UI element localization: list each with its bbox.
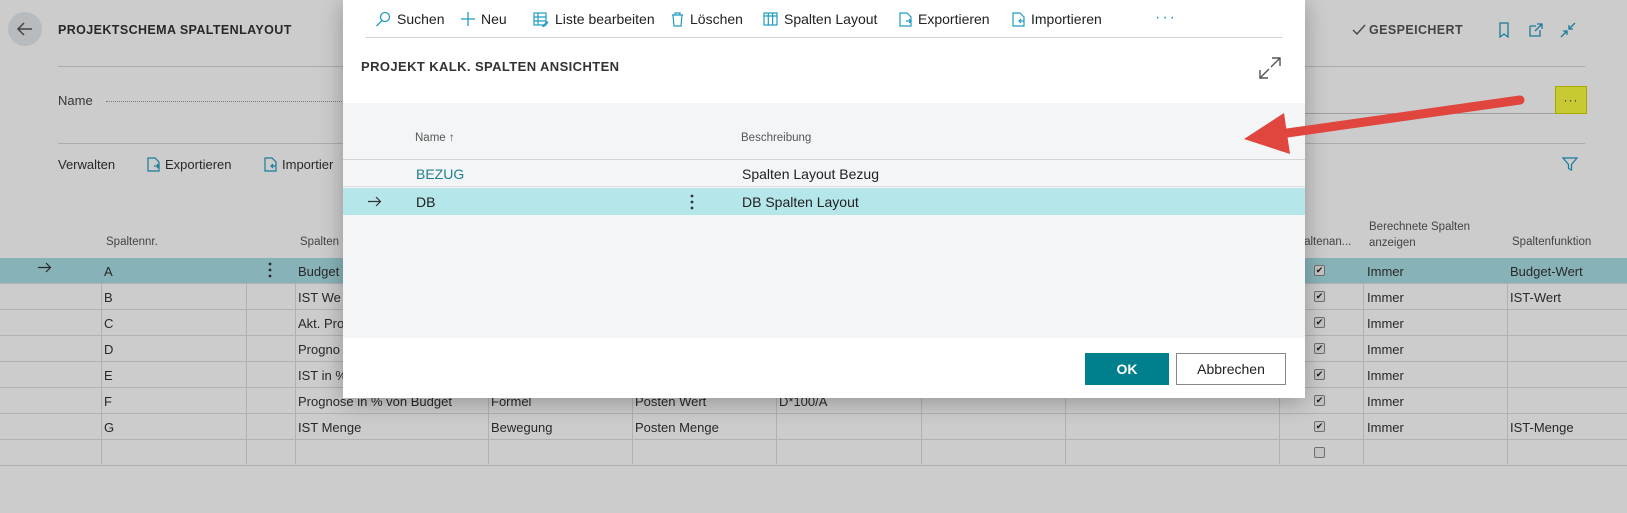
edit-list-action[interactable]: Liste bearbeiten bbox=[533, 11, 655, 27]
row-description: Spalten Layout Bezug bbox=[742, 166, 879, 182]
ok-button[interactable]: OK bbox=[1085, 353, 1169, 385]
cancel-button[interactable]: Abbrechen bbox=[1176, 353, 1286, 385]
trash-icon bbox=[672, 11, 683, 27]
expand-icon[interactable] bbox=[1259, 57, 1281, 79]
dialog-toolbar: Suchen Neu Liste bearbeiten Löschen Spal… bbox=[365, 0, 1283, 38]
dialog-list: Name ↑ Beschreibung BEZUG Spalten Layout… bbox=[343, 103, 1305, 338]
search-icon bbox=[376, 11, 391, 27]
more-vertical-icon[interactable] bbox=[690, 194, 694, 210]
edit-list-icon bbox=[533, 11, 549, 27]
columns-icon bbox=[763, 12, 778, 26]
export-action[interactable]: Exportieren bbox=[899, 11, 990, 27]
row-description: DB Spalten Layout bbox=[742, 194, 859, 210]
list-item-selected[interactable]: DB DB Spalten Layout bbox=[343, 188, 1305, 215]
dialog-title: PROJEKT KALK. SPALTEN ANSICHTEN bbox=[361, 59, 620, 74]
more-actions-button[interactable]: ··· bbox=[1155, 9, 1177, 27]
row-name[interactable]: DB bbox=[416, 194, 435, 210]
plus-icon bbox=[461, 12, 475, 26]
import-action[interactable]: Importieren bbox=[1012, 11, 1102, 27]
new-action[interactable]: Neu bbox=[461, 11, 507, 27]
search-action[interactable]: Suchen bbox=[375, 11, 444, 27]
column-layout-action[interactable]: Spalten Layout bbox=[763, 11, 877, 27]
column-header-description[interactable]: Beschreibung bbox=[741, 132, 811, 144]
export-icon bbox=[899, 11, 912, 27]
lookup-dialog: Suchen Neu Liste bearbeiten Löschen Spal… bbox=[343, 0, 1305, 398]
column-header-name[interactable]: Name ↑ bbox=[415, 132, 455, 144]
import-icon bbox=[1012, 11, 1025, 27]
row-name-link[interactable]: BEZUG bbox=[416, 166, 464, 182]
delete-action[interactable]: Löschen bbox=[671, 11, 743, 27]
row-arrow-icon bbox=[368, 196, 382, 207]
list-item[interactable]: BEZUG Spalten Layout Bezug bbox=[343, 160, 1305, 187]
annotation-arrow-icon bbox=[1244, 95, 1525, 154]
